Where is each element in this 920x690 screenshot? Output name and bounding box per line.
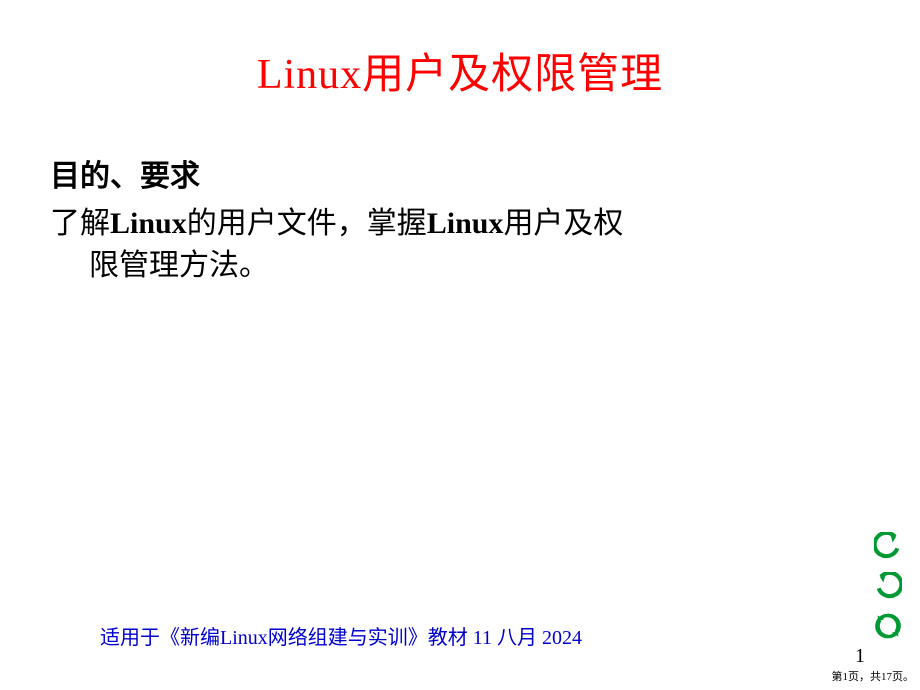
nav-icons-group <box>874 532 902 640</box>
slide-body: 了解Linux的用户文件，掌握Linux用户及权 限管理方法。 <box>50 203 870 287</box>
body-text-part: 的用户文件，掌握 <box>187 207 427 240</box>
slide-footer: 适用于《新编Linux网络组建与实训》教材 11 八月 2024 <box>100 621 582 650</box>
slide-container: Linux用户及权限管理 目的、要求 了解Linux的用户文件，掌握Linux用… <box>0 0 920 690</box>
undo-icon[interactable] <box>874 532 902 560</box>
body-text-line2: 限管理方法。 <box>50 245 269 287</box>
body-text-bold: Linux <box>427 207 504 240</box>
footer-suffix: 网络组建与实训》教材 11 八月 2024 <box>268 627 582 649</box>
footer-prefix: 适用于《新编 <box>100 627 220 649</box>
body-text-part: 了解 <box>50 207 110 240</box>
body-text-part: 用户及权 <box>503 207 623 240</box>
slide-title: Linux用户及权限管理 <box>50 40 870 101</box>
refresh-icon[interactable] <box>874 612 902 640</box>
redo-icon[interactable] <box>874 572 902 600</box>
page-number: 1 <box>855 645 865 668</box>
footer-bold: Linux <box>220 627 268 649</box>
slide-subtitle: 目的、要求 <box>50 151 870 195</box>
page-info: 第1页，共17页。 <box>832 668 915 684</box>
body-text-bold: Linux <box>110 207 187 240</box>
